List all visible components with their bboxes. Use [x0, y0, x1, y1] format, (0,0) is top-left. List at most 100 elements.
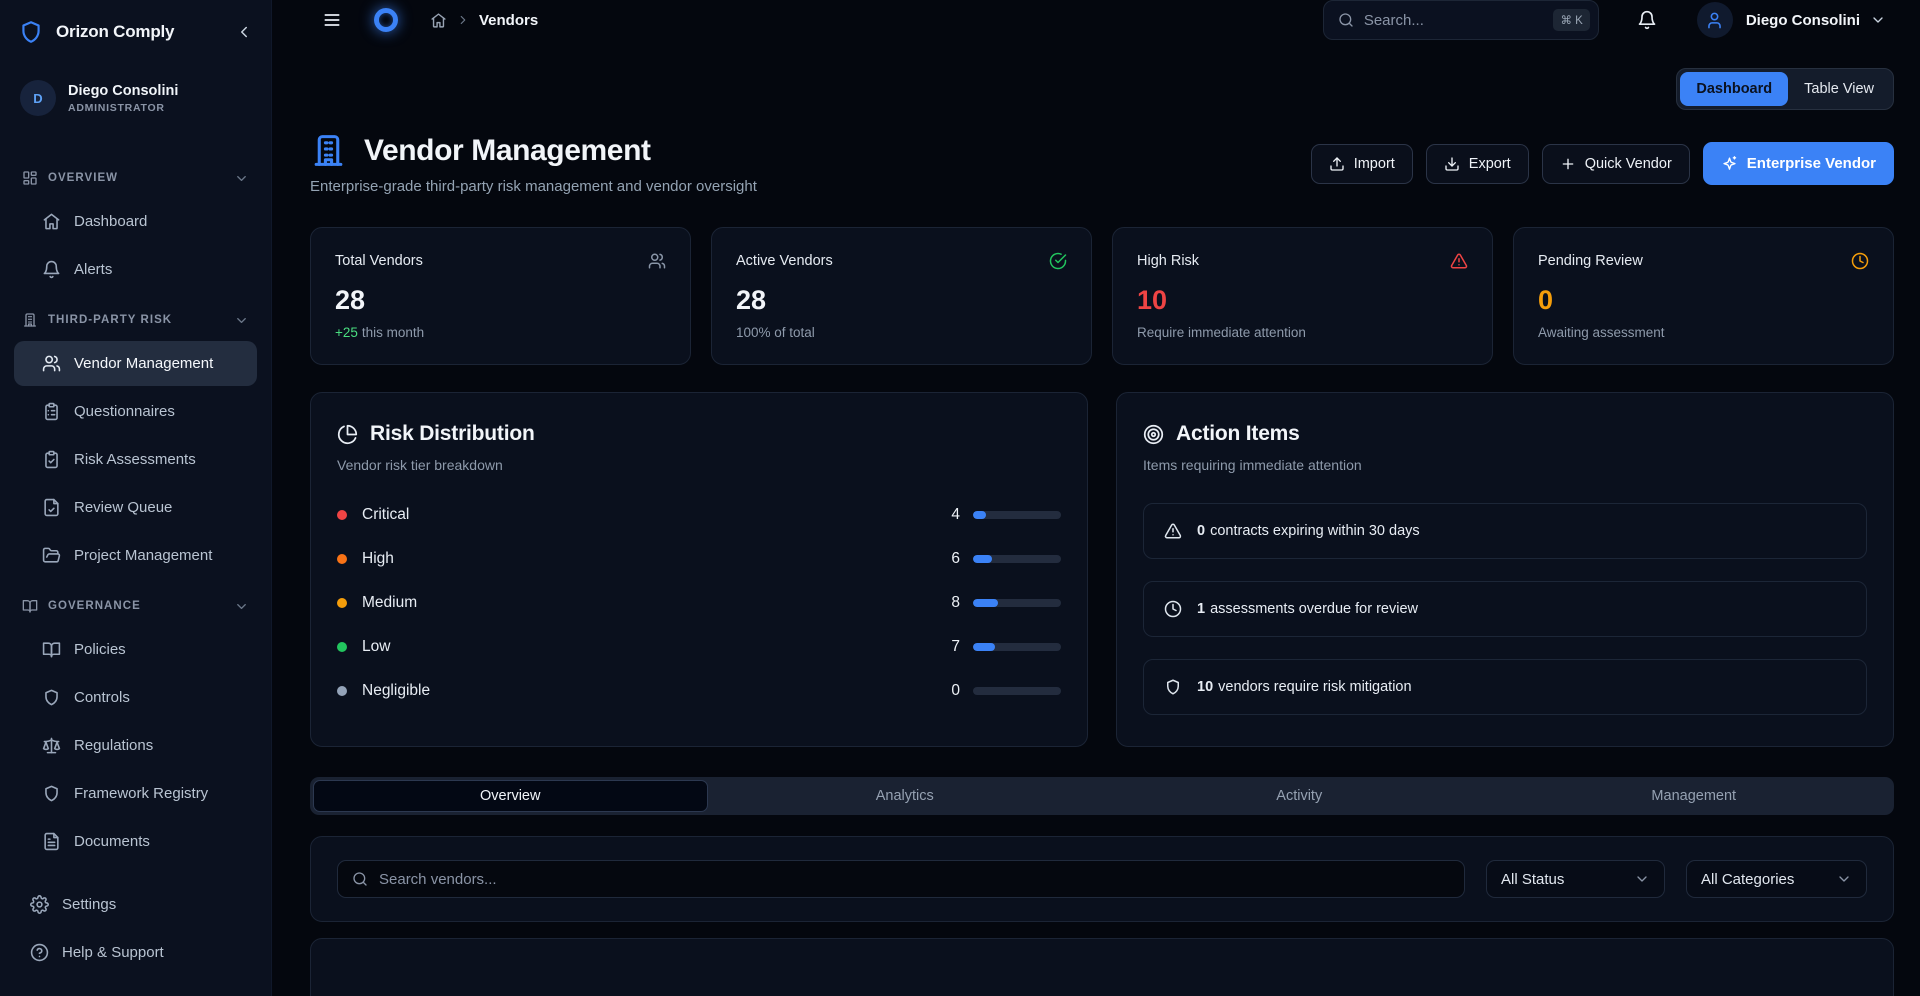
stat-sub: Require immediate attention: [1137, 325, 1468, 340]
export-button[interactable]: Export: [1426, 144, 1529, 184]
stat-cards: Total Vendors 28 +25this month Active Ve…: [310, 227, 1894, 365]
shield-icon: [42, 688, 61, 707]
upload-icon: [1329, 156, 1345, 172]
enterprise-vendor-button[interactable]: Enterprise Vendor: [1703, 142, 1894, 185]
home-icon: [42, 212, 61, 231]
gear-icon: [30, 895, 49, 914]
risk-row-negligible: Negligible 0: [337, 681, 1061, 701]
sidebar-section-governance[interactable]: GOVERNANCE: [14, 588, 257, 624]
risk-dot: [337, 686, 347, 696]
menu-icon[interactable]: [322, 10, 342, 30]
stat-value: 10: [1137, 285, 1468, 316]
risk-dot: [337, 510, 347, 520]
sidebar-item-dashboard[interactable]: Dashboard: [14, 199, 257, 244]
download-icon: [1444, 156, 1460, 172]
clipboard-check-icon: [42, 450, 61, 469]
sidebar-item-policies[interactable]: Policies: [14, 627, 257, 672]
sidebar-collapse-button[interactable]: [235, 23, 253, 41]
main-content: Dashboard Table View Vendor Management E…: [272, 40, 1920, 996]
risk-row-critical: Critical 4: [337, 505, 1061, 525]
sidebar-user-card[interactable]: D Diego Consolini ADMINISTRATOR: [16, 78, 255, 118]
vendor-filter-bar: All Status All Categories: [310, 836, 1894, 922]
search-icon: [1338, 12, 1354, 28]
risk-row-low: Low 7: [337, 637, 1061, 657]
folder-icon: [42, 546, 61, 565]
tab-analytics[interactable]: Analytics: [708, 780, 1103, 812]
action-item-mitigation[interactable]: 10vendors require risk mitigation: [1143, 659, 1867, 715]
page-title: Vendor Management: [364, 134, 651, 168]
sidebar-item-documents[interactable]: Documents: [14, 819, 257, 864]
sidebar-item-controls[interactable]: Controls: [14, 675, 257, 720]
tab-activity[interactable]: Activity: [1102, 780, 1497, 812]
breadcrumb: Vendors: [430, 12, 538, 29]
sidebar-footer: Settings Help & Support: [0, 879, 271, 996]
chevron-down-icon: [234, 313, 249, 328]
sparkles-icon: [1721, 155, 1738, 172]
action-item-contracts[interactable]: 0contracts expiring within 30 days: [1143, 503, 1867, 559]
users-icon: [648, 252, 666, 270]
sidebar-section-third-party-risk[interactable]: THIRD-PARTY RISK: [14, 302, 257, 338]
avatar: D: [20, 80, 56, 116]
quick-vendor-button[interactable]: Quick Vendor: [1542, 144, 1690, 184]
global-search[interactable]: ⌘ K: [1323, 0, 1599, 40]
alert-triangle-icon: [1164, 522, 1182, 540]
sidebar-header: Orizon Comply: [0, 0, 271, 64]
layout-grid-icon: [22, 170, 38, 186]
stat-card-pending-review: Pending Review 0 Awaiting assessment: [1513, 227, 1894, 365]
target-icon: [1143, 424, 1164, 445]
search-icon: [352, 871, 368, 887]
sidebar-item-review-queue[interactable]: Review Queue: [14, 485, 257, 530]
sidebar-item-framework-registry[interactable]: Framework Registry: [14, 771, 257, 816]
tab-overview[interactable]: Overview: [313, 780, 708, 812]
file-check-icon: [42, 498, 61, 517]
chevron-down-icon: [1634, 871, 1650, 887]
notifications-bell-icon[interactable]: [1637, 10, 1657, 30]
tab-management[interactable]: Management: [1497, 780, 1892, 812]
user-avatar-icon: [1697, 2, 1733, 38]
panel-subtitle: Items requiring immediate attention: [1143, 457, 1867, 473]
bell-icon: [42, 260, 61, 279]
building-icon: [310, 132, 347, 169]
sidebar-item-help-support[interactable]: Help & Support: [14, 930, 257, 975]
global-search-input[interactable]: [1364, 12, 1554, 29]
book-open-icon: [42, 640, 61, 659]
vendor-search[interactable]: [337, 860, 1465, 898]
help-circle-icon: [30, 943, 49, 962]
user-menu[interactable]: Diego Consolini: [1697, 2, 1886, 38]
import-button[interactable]: Import: [1311, 144, 1413, 184]
app-logo-ring[interactable]: [374, 8, 398, 32]
sidebar-item-alerts[interactable]: Alerts: [14, 247, 257, 292]
risk-bar: [973, 687, 1061, 695]
clipboard-list-icon: [42, 402, 61, 421]
sidebar-item-project-management[interactable]: Project Management: [14, 533, 257, 578]
alert-triangle-icon: [1450, 252, 1468, 270]
section-tabs: Overview Analytics Activity Management: [310, 777, 1894, 815]
clock-icon: [1851, 252, 1869, 270]
chevron-down-icon: [1836, 871, 1852, 887]
chevron-down-icon: [234, 599, 249, 614]
sidebar-item-regulations[interactable]: Regulations: [14, 723, 257, 768]
home-icon[interactable]: [430, 12, 447, 29]
page-subtitle: Enterprise-grade third-party risk manage…: [310, 178, 757, 195]
sidebar-section-overview[interactable]: OVERVIEW: [14, 160, 257, 196]
sidebar-item-vendor-management[interactable]: Vendor Management: [14, 341, 257, 386]
file-text-icon: [42, 832, 61, 851]
stat-card-total-vendors: Total Vendors 28 +25this month: [310, 227, 691, 365]
toggle-dashboard[interactable]: Dashboard: [1680, 72, 1788, 106]
building-icon: [22, 312, 38, 328]
stat-card-high-risk: High Risk 10 Require immediate attention: [1112, 227, 1493, 365]
clock-icon: [1164, 600, 1182, 618]
chevron-right-icon: [456, 13, 470, 27]
toggle-table-view[interactable]: Table View: [1788, 72, 1890, 106]
sidebar-item-settings[interactable]: Settings: [14, 882, 257, 927]
users-icon: [42, 354, 61, 373]
breadcrumb-current: Vendors: [479, 12, 538, 29]
panel-title: Action Items: [1176, 422, 1300, 446]
sidebar-item-risk-assessments[interactable]: Risk Assessments: [14, 437, 257, 482]
vendor-search-input[interactable]: [379, 871, 1450, 888]
category-filter[interactable]: All Categories: [1686, 860, 1867, 898]
sidebar-item-questionnaires[interactable]: Questionnaires: [14, 389, 257, 434]
status-filter[interactable]: All Status: [1486, 860, 1665, 898]
page-actions: Import Export Quick Vendor Enterprise Ve…: [1311, 142, 1894, 185]
action-item-assessments[interactable]: 1assessments overdue for review: [1143, 581, 1867, 637]
